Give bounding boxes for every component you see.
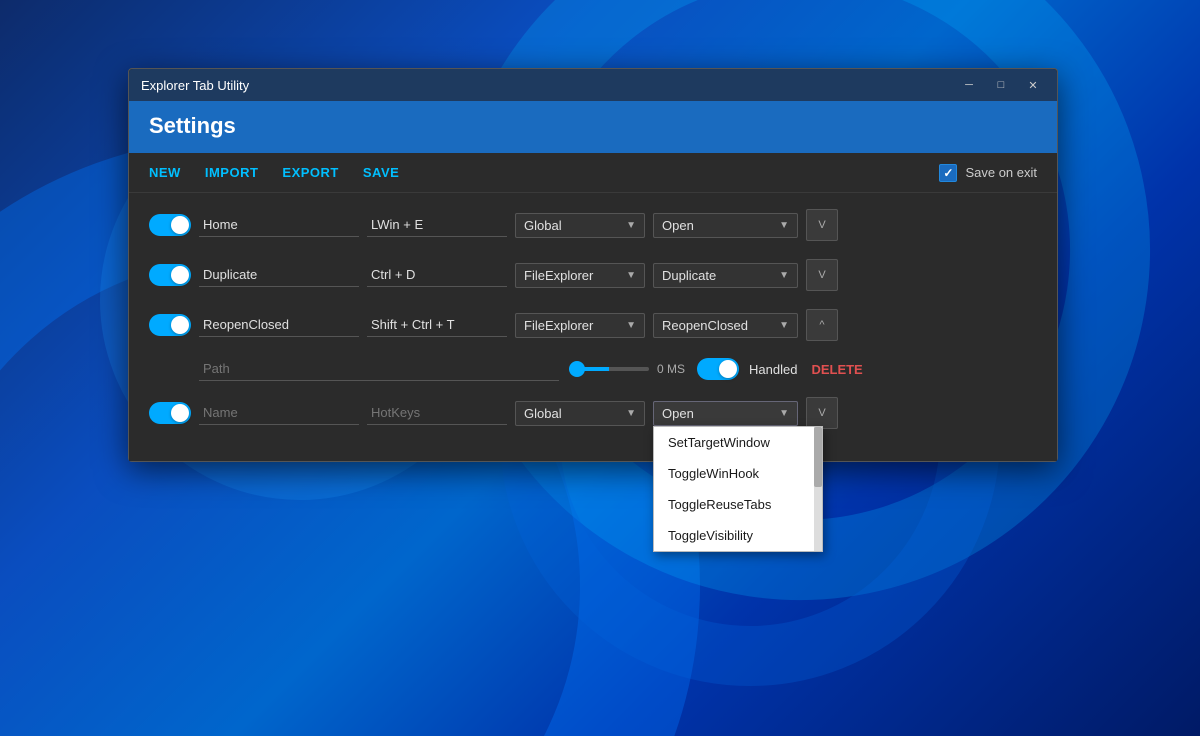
- new-button[interactable]: NEW: [149, 163, 181, 182]
- action-arrow-reopen: ▼: [779, 320, 789, 331]
- scope-dropdown-duplicate[interactable]: FileExplorer ▼: [515, 263, 645, 288]
- action-dropdown-reopen[interactable]: ReopenClosed ▼: [653, 313, 798, 338]
- action-dropdown-home[interactable]: Open ▼: [653, 213, 798, 238]
- shortcut-row-duplicate: FileExplorer ▼ Duplicate ▼ V: [149, 253, 1037, 297]
- dropdown-scrollbar-thumb: [814, 427, 822, 487]
- scope-value-duplicate: FileExplorer: [524, 268, 593, 283]
- header-band: Settings: [129, 101, 1057, 153]
- delete-button[interactable]: DELETE: [811, 362, 862, 377]
- shortcut-row-new: Global ▼ Open ▼ SetTargetWindow ToggleWi…: [149, 391, 1037, 435]
- action-dropdown-new-container: Open ▼ SetTargetWindow ToggleWinHook Tog…: [653, 401, 798, 426]
- order-btn-home[interactable]: V: [806, 209, 838, 241]
- name-field-home[interactable]: [199, 213, 359, 237]
- scope-dropdown-reopen[interactable]: FileExplorer ▼: [515, 313, 645, 338]
- ms-slider[interactable]: [569, 367, 649, 371]
- toggle-reopen[interactable]: [149, 314, 191, 336]
- export-button[interactable]: EXPORT: [282, 163, 338, 182]
- scope-value-reopen: FileExplorer: [524, 318, 593, 333]
- scope-dropdown-new[interactable]: Global ▼: [515, 401, 645, 426]
- maximize-button[interactable]: □: [985, 69, 1017, 101]
- dropdown-item-settargetwindow[interactable]: SetTargetWindow: [654, 427, 822, 458]
- scope-value-home: Global: [524, 218, 562, 233]
- toggle-handled[interactable]: [697, 358, 739, 380]
- dropdown-item-togglevisibility[interactable]: ToggleVisibility: [654, 520, 822, 551]
- order-btn-reopen[interactable]: ^: [806, 309, 838, 341]
- save-on-exit-checkbox[interactable]: [939, 164, 957, 182]
- save-button[interactable]: SAVE: [363, 163, 399, 182]
- close-button[interactable]: ✕: [1017, 69, 1049, 101]
- content-area: Global ▼ Open ▼ V FileExplorer ▼ Duplica…: [129, 193, 1057, 461]
- scope-value-new: Global: [524, 406, 562, 421]
- hotkey-field-new[interactable]: [367, 401, 507, 425]
- slider-container: 0 MS: [569, 362, 687, 376]
- hotkey-field-reopen[interactable]: [367, 313, 507, 337]
- action-value-reopen: ReopenClosed: [662, 318, 748, 333]
- save-on-exit-label: Save on exit: [965, 165, 1037, 180]
- save-on-exit-container: Save on exit: [939, 164, 1037, 182]
- window-controls: ─ □ ✕: [953, 69, 1049, 101]
- order-btn-new[interactable]: V: [806, 397, 838, 429]
- name-field-duplicate[interactable]: [199, 263, 359, 287]
- action-value-new: Open: [662, 406, 694, 421]
- toggle-duplicate[interactable]: [149, 264, 191, 286]
- dropdown-item-togglewinhook[interactable]: ToggleWinHook: [654, 458, 822, 489]
- action-value-duplicate: Duplicate: [662, 268, 716, 283]
- main-window: Explorer Tab Utility ─ □ ✕ Settings NEW …: [128, 68, 1058, 462]
- ms-value-label: 0 MS: [657, 362, 687, 376]
- action-arrow-home: ▼: [779, 220, 789, 231]
- handled-label: Handled: [749, 362, 797, 377]
- scope-arrow-reopen: ▼: [626, 320, 636, 331]
- name-field-new[interactable]: [199, 401, 359, 425]
- import-button[interactable]: IMPORT: [205, 163, 259, 182]
- scope-arrow-duplicate: ▼: [626, 270, 636, 281]
- titlebar: Explorer Tab Utility ─ □ ✕: [129, 69, 1057, 101]
- shortcut-row-reopen: FileExplorer ▼ ReopenClosed ▼ ^: [149, 303, 1037, 347]
- scope-arrow-home: ▼: [626, 220, 636, 231]
- dropdown-item-togglereusetabs[interactable]: ToggleReuseTabs: [654, 489, 822, 520]
- action-dropdown-duplicate[interactable]: Duplicate ▼: [653, 263, 798, 288]
- toggle-new[interactable]: [149, 402, 191, 424]
- toolbar: NEW IMPORT EXPORT SAVE Save on exit: [129, 153, 1057, 193]
- action-arrow-new: ▼: [779, 408, 789, 419]
- hotkey-field-duplicate[interactable]: [367, 263, 507, 287]
- minimize-button[interactable]: ─: [953, 69, 985, 101]
- hotkey-field-home[interactable]: [367, 213, 507, 237]
- toggle-home[interactable]: [149, 214, 191, 236]
- action-value-home: Open: [662, 218, 694, 233]
- action-arrow-duplicate: ▼: [779, 270, 789, 281]
- scope-dropdown-home[interactable]: Global ▼: [515, 213, 645, 238]
- action-dropdown-menu: SetTargetWindow ToggleWinHook ToggleReus…: [653, 426, 823, 552]
- action-dropdown-new[interactable]: Open ▼: [653, 401, 798, 426]
- shortcut-row-home: Global ▼ Open ▼ V: [149, 203, 1037, 247]
- page-title: Settings: [149, 113, 1037, 139]
- path-input[interactable]: [199, 357, 559, 381]
- dropdown-scrollbar[interactable]: [814, 427, 822, 551]
- order-btn-duplicate[interactable]: V: [806, 259, 838, 291]
- scope-arrow-new: ▼: [626, 408, 636, 419]
- window-title: Explorer Tab Utility: [141, 78, 249, 93]
- path-row: 0 MS Handled DELETE: [199, 353, 1037, 385]
- name-field-reopen[interactable]: [199, 313, 359, 337]
